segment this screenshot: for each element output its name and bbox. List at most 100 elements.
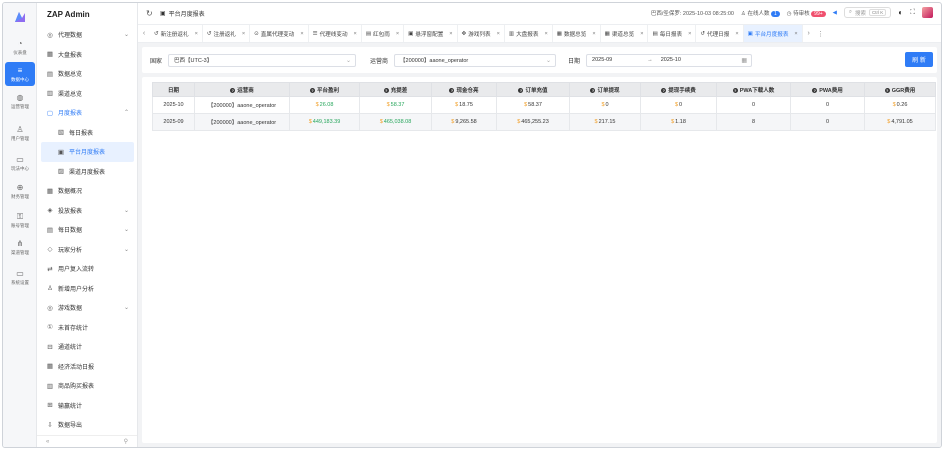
help-icon[interactable]: ? bbox=[812, 87, 818, 93]
country-select[interactable]: 巴西【UTC-3】 ⌄ bbox=[168, 53, 357, 67]
rail-item-user[interactable]: ♙ 用户管理 bbox=[5, 121, 35, 145]
close-icon[interactable]: × bbox=[354, 31, 357, 37]
menu-item-label: 每日报表 bbox=[69, 130, 94, 137]
menu-item[interactable]: ♙ 新增用户分析 bbox=[37, 279, 137, 299]
tabs-more-icon[interactable]: ⋮ bbox=[815, 30, 827, 38]
close-icon[interactable]: × bbox=[735, 31, 738, 37]
tab[interactable]: ▤ 每日报表 × bbox=[648, 25, 697, 42]
user-icon: ♙ bbox=[16, 124, 24, 134]
menu-item-icon: ◎ bbox=[47, 31, 53, 39]
rail-item-database[interactable]: ≡ 数据中心 bbox=[5, 62, 35, 86]
menu-item[interactable]: ▥ 渠道总览 bbox=[37, 84, 137, 104]
close-icon[interactable]: × bbox=[242, 31, 245, 37]
menu-item[interactable]: ⊟ 通道统计 bbox=[37, 337, 137, 357]
operations-icon: ◍ bbox=[16, 92, 24, 102]
close-icon[interactable]: × bbox=[794, 31, 797, 37]
rail-item-operations[interactable]: ◍ 运营管理 bbox=[5, 89, 35, 113]
menu-item[interactable]: ▤ 数据总览 bbox=[37, 64, 137, 84]
menu-item[interactable]: ◎ 代理数据 ⌄ bbox=[37, 25, 137, 45]
menu-item[interactable]: ▤ 每日数据 ⌄ bbox=[37, 220, 137, 240]
refresh-button[interactable]: 刷 新 bbox=[905, 52, 933, 67]
tab-label: 红包雨 bbox=[373, 31, 390, 38]
menu-item-icon: ⇄ bbox=[47, 265, 53, 273]
reload-icon[interactable]: ↻ bbox=[146, 9, 153, 18]
rail-item-key[interactable]: ⚿ 账号管理 bbox=[5, 208, 35, 232]
close-icon[interactable]: × bbox=[195, 31, 198, 37]
volume-icon[interactable]: ◀ bbox=[833, 10, 837, 16]
close-icon[interactable]: × bbox=[640, 31, 643, 37]
menu-item-label: 月度报表 bbox=[58, 111, 83, 118]
rail-item-monitor[interactable]: ▭ 系统设置 bbox=[5, 265, 35, 289]
help-icon[interactable]: ? bbox=[230, 87, 236, 93]
tab[interactable]: ▦ 渠道总览 × bbox=[601, 25, 649, 42]
menu-item[interactable]: ◇ 玩家分析 ⌄ bbox=[37, 240, 137, 260]
tabs-scroll-left-icon[interactable]: ‹ bbox=[138, 30, 150, 37]
menu-item[interactable]: ① 未首存统计 bbox=[37, 318, 137, 338]
menu-item[interactable]: ◎ 游戏数据 ⌄ bbox=[37, 298, 137, 318]
tab[interactable]: ↺ 注册返礼 × bbox=[203, 25, 251, 42]
menu-item[interactable]: ⇩ 数据导出 bbox=[37, 415, 137, 435]
tab[interactable]: ↺ 新注册返礼 × bbox=[150, 25, 203, 42]
close-icon[interactable]: × bbox=[449, 31, 452, 37]
online-users[interactable]: ♙ 在线人数 1 bbox=[741, 9, 780, 17]
tab[interactable]: ↺ 代理日报 × bbox=[696, 25, 744, 42]
close-icon[interactable]: × bbox=[688, 31, 691, 37]
help-icon[interactable]: ? bbox=[309, 87, 315, 93]
fullscreen-icon[interactable]: ⛶ bbox=[910, 9, 915, 17]
help-icon[interactable]: ? bbox=[884, 87, 890, 93]
rail-item-channel[interactable]: ⋔ 渠道管理 bbox=[5, 235, 35, 259]
menu-item-icon: ▤ bbox=[46, 70, 54, 78]
theme-toggle-icon[interactable]: ◐ bbox=[898, 8, 903, 17]
tabs-scroll-right-icon[interactable]: › bbox=[803, 30, 815, 37]
menu-item[interactable]: ▦ 数据概况 bbox=[37, 181, 137, 201]
close-icon[interactable]: × bbox=[497, 31, 500, 37]
help-icon[interactable]: ? bbox=[732, 87, 738, 93]
menu-item-label: 平台月度报表 bbox=[69, 150, 106, 157]
menu-item[interactable]: ▣ 平台月度报表 bbox=[41, 142, 134, 162]
tab[interactable]: ▥ 大盘报表 × bbox=[505, 25, 553, 42]
close-icon[interactable]: × bbox=[396, 31, 399, 37]
menu-item[interactable]: ◈ 投放报表 ⌄ bbox=[37, 201, 137, 221]
close-icon[interactable]: × bbox=[544, 31, 547, 37]
rail-item-game[interactable]: ▭ 玩法中心 bbox=[5, 151, 35, 175]
menu-item[interactable]: ▦ 经济活动日报 bbox=[37, 357, 137, 377]
tab-icon: ▦ bbox=[604, 30, 610, 37]
cell-cash: $9,265.58 bbox=[431, 113, 497, 131]
tab[interactable]: ▤ 红包雨 × bbox=[362, 25, 405, 42]
chevron-down-icon: ⌄ bbox=[546, 57, 552, 64]
menu-item[interactable]: ▨ 渠道月度报表 bbox=[37, 162, 137, 182]
tab[interactable]: ☰ 代理线变动 × bbox=[309, 25, 362, 42]
menu-item-icon: ◇ bbox=[47, 246, 53, 254]
coin-icon: $ bbox=[892, 102, 896, 108]
tab[interactable]: ▣ 悬浮窗配置 × bbox=[404, 25, 458, 42]
close-icon[interactable]: × bbox=[592, 31, 595, 37]
help-icon[interactable]: ? bbox=[383, 87, 389, 93]
menu-item[interactable]: ▦ 大盘报表 bbox=[37, 45, 137, 65]
tab[interactable]: ✥ 游戏列表 × bbox=[458, 25, 505, 42]
help-icon[interactable]: ? bbox=[661, 87, 667, 93]
help-icon[interactable]: ? bbox=[590, 87, 596, 93]
tab[interactable]: ⊙ 直属代理变动 × bbox=[250, 25, 309, 42]
close-icon[interactable]: × bbox=[300, 31, 303, 37]
pending-review[interactable]: ◷ 待审核 99+ bbox=[787, 9, 826, 17]
menu-item[interactable]: ▢ 月度报表 ⌃ bbox=[37, 103, 137, 123]
collapse-icon[interactable]: « bbox=[46, 439, 49, 445]
search-input[interactable]: ⌕ 搜索 Ctrl K bbox=[843, 7, 892, 18]
help-icon[interactable]: ? bbox=[518, 87, 524, 93]
menu-item[interactable]: ⇄ 用户复入流转 bbox=[37, 259, 137, 279]
coin-icon: $ bbox=[308, 119, 312, 125]
date-range-picker[interactable]: 2025-09 → 2025-10 ▦ bbox=[586, 53, 753, 67]
tab[interactable]: ▦ 数据总览 × bbox=[553, 25, 601, 42]
rail-item-globe[interactable]: ⊕ 财务管理 bbox=[5, 179, 35, 203]
avatar[interactable] bbox=[922, 7, 933, 18]
menu-item[interactable]: ▧ 每日报表 bbox=[37, 123, 137, 143]
chevron-down-icon: ⌄ bbox=[123, 207, 129, 214]
pin-icon[interactable]: ⚲ bbox=[124, 438, 128, 445]
menu-item[interactable]: ▥ 商品购买报表 bbox=[37, 376, 137, 396]
rail-item-dashboard[interactable]: ◔ 仪表盘 bbox=[5, 35, 35, 59]
menu-item[interactable]: ⊞ 输赢统计 bbox=[37, 396, 137, 416]
menu-item-icon: ◎ bbox=[47, 304, 53, 312]
tab[interactable]: ▣ 平台月度报表 × bbox=[743, 25, 803, 42]
operator-select[interactable]: 【200000】aaone_operator ⌄ bbox=[394, 53, 557, 67]
help-icon[interactable]: ? bbox=[449, 87, 455, 93]
